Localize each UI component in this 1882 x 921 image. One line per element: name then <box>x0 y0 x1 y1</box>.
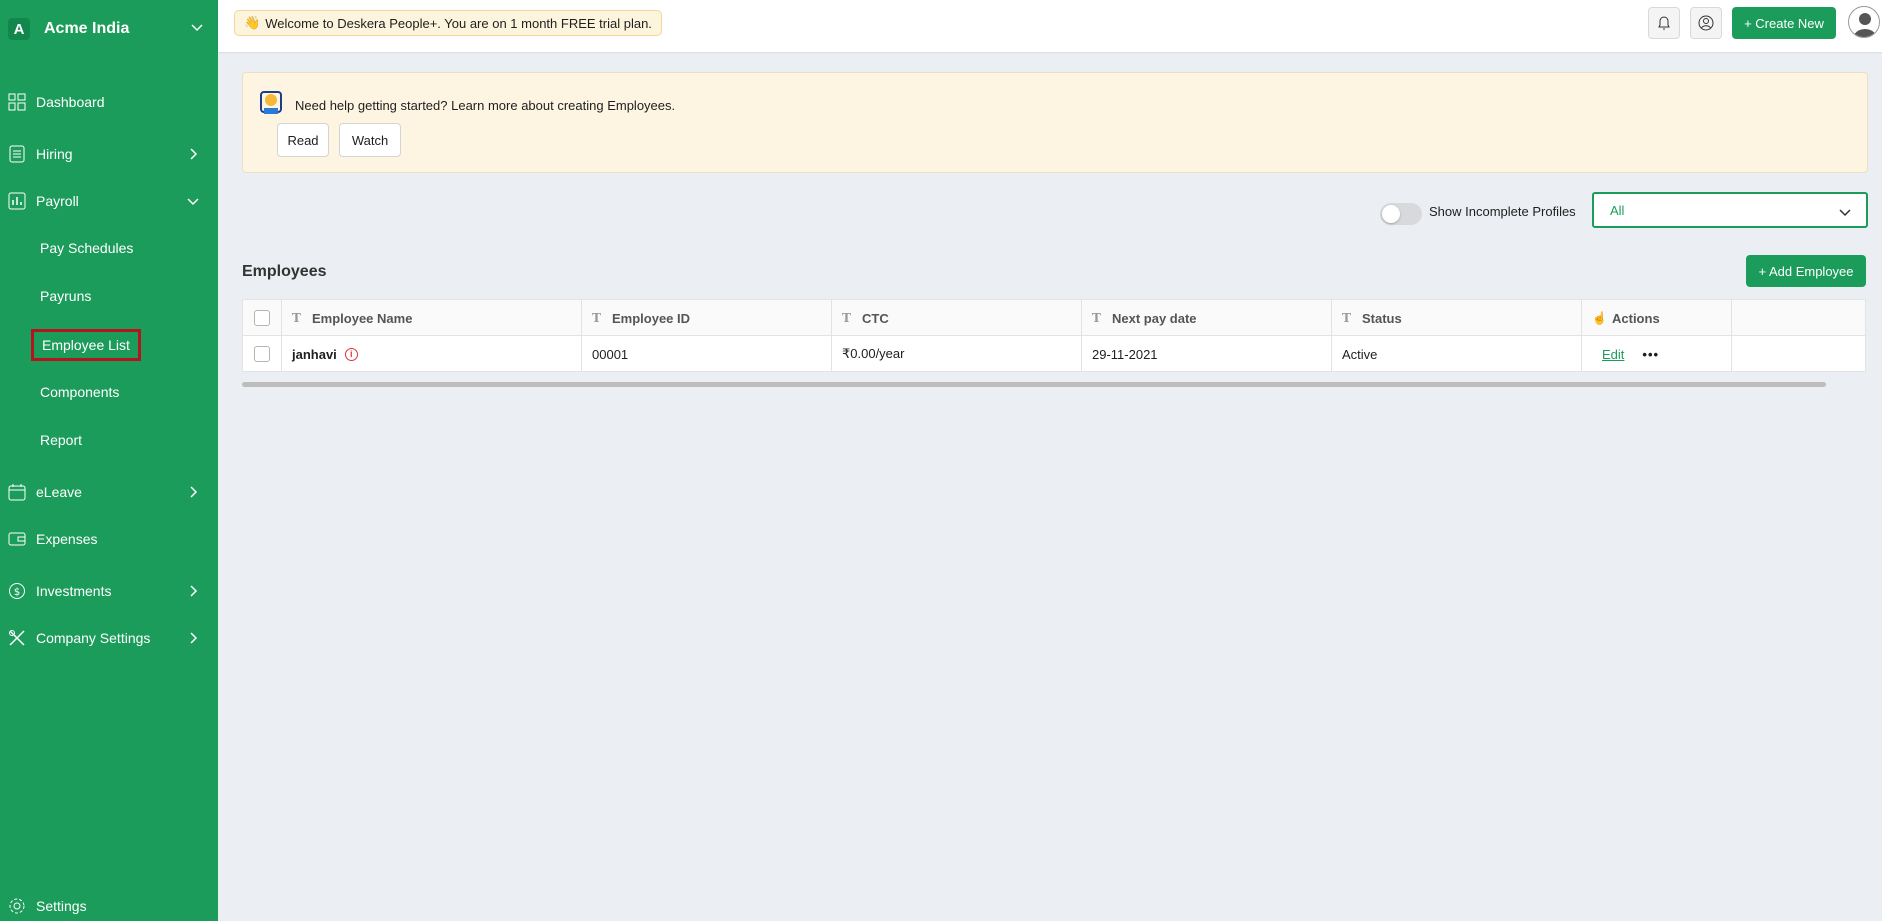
sidebar: A Acme India Dashboard Hiring Payroll Pa… <box>0 0 218 921</box>
col-status[interactable]: T Status <box>1332 300 1582 336</box>
employees-table: T Employee Name T Employee ID T CTC T Ne… <box>242 299 1866 372</box>
list-icon <box>8 145 26 163</box>
chevron-down-icon <box>191 24 203 32</box>
sidebar-item-label: Expenses <box>36 531 98 547</box>
sidebar-item-expenses[interactable]: Expenses <box>0 521 218 557</box>
help-text: Need help getting started? Learn more ab… <box>295 98 676 113</box>
chevron-down-icon <box>187 198 199 206</box>
topbar: 👋 Welcome to Deskera People+. You are on… <box>218 0 1882 52</box>
sidebar-item-payroll[interactable]: Payroll <box>0 183 218 219</box>
section-title: Employees <box>242 263 327 280</box>
wave-hand-icon: 👋 <box>244 15 261 30</box>
tools-icon <box>8 629 26 647</box>
edit-link[interactable]: Edit <box>1602 347 1624 362</box>
table-header: T Employee Name T Employee ID T CTC T Ne… <box>243 300 1865 336</box>
read-button[interactable]: Read <box>277 123 329 157</box>
column-header: Employee ID <box>612 310 691 326</box>
user-circle-icon <box>1698 15 1714 31</box>
column-header: Status <box>1362 310 1402 326</box>
horizontal-scrollbar[interactable] <box>242 382 1826 387</box>
gear-icon <box>8 897 26 915</box>
col-employee-id[interactable]: T Employee ID <box>582 300 832 336</box>
svg-text:$: $ <box>14 587 20 598</box>
status-cell: Active <box>1332 336 1582 372</box>
account-button[interactable] <box>1690 7 1722 39</box>
sidebar-item-label: Dashboard <box>36 94 105 110</box>
help-person-icon <box>260 91 282 114</box>
status-filter-select[interactable]: All <box>1592 192 1868 228</box>
chart-icon <box>8 192 26 210</box>
org-avatar: A <box>8 18 30 40</box>
sidebar-item-company-settings[interactable]: Company Settings <box>0 620 218 656</box>
chevron-right-icon <box>190 585 198 597</box>
column-header: Next pay date <box>1112 310 1197 326</box>
sidebar-subitem-components[interactable]: Components <box>40 384 119 400</box>
ctc-cell: ₹0.00/year <box>832 336 1082 372</box>
employee-name-cell: janhavi i <box>282 336 582 372</box>
help-banner: Need help getting started? Learn more ab… <box>242 72 1868 173</box>
select-all-cell <box>243 300 282 336</box>
trial-banner: 👋 Welcome to Deskera People+. You are on… <box>234 10 662 36</box>
sidebar-item-settings[interactable]: Settings <box>0 891 218 921</box>
calendar-icon <box>8 483 26 501</box>
row-select-cell <box>243 336 282 372</box>
select-all-checkbox[interactable] <box>254 310 270 326</box>
user-avatar-icon <box>1853 13 1877 37</box>
trial-text: Welcome to Deskera People+. You are on 1… <box>265 15 652 31</box>
dashboard-icon <box>8 93 26 111</box>
sidebar-subitem-employee-list[interactable]: Employee List <box>31 329 141 361</box>
org-name: Acme India <box>44 20 130 37</box>
col-ctc[interactable]: T CTC <box>832 300 1082 336</box>
next-pay-date-cell: 29-11-2021 <box>1082 336 1332 372</box>
incomplete-profiles-toggle[interactable] <box>1380 203 1422 225</box>
sidebar-item-label: Settings <box>36 898 87 914</box>
sidebar-subitem-pay-schedules[interactable]: Pay Schedules <box>40 240 133 256</box>
watch-button[interactable]: Watch <box>339 123 401 157</box>
add-employee-button[interactable]: + Add Employee <box>1746 255 1866 287</box>
wallet-icon <box>8 530 26 548</box>
chevron-right-icon <box>190 486 198 498</box>
col-actions: ☝ Actions <box>1582 300 1732 336</box>
employee-id-cell: 00001 <box>582 336 832 372</box>
sidebar-item-investments[interactable]: $ Investments <box>0 573 218 609</box>
text-type-icon: T <box>1342 311 1351 325</box>
sidebar-item-label: Company Settings <box>36 630 151 646</box>
column-header: Employee Name <box>312 310 413 326</box>
toggle-label: Show Incomplete Profiles <box>1429 204 1576 219</box>
sidebar-subitem-report[interactable]: Report <box>40 432 82 448</box>
notifications-button[interactable] <box>1648 7 1680 39</box>
text-type-icon: T <box>842 311 851 325</box>
sidebar-item-eleave[interactable]: eLeave <box>0 474 218 510</box>
sidebar-item-label: Hiring <box>36 146 73 162</box>
sidebar-subitem-payruns[interactable]: Payruns <box>40 288 91 304</box>
employee-name[interactable]: janhavi <box>292 347 337 362</box>
col-employee-name[interactable]: T Employee Name <box>282 300 582 336</box>
bell-icon <box>1658 16 1670 30</box>
chevron-down-icon <box>1839 209 1851 217</box>
info-icon[interactable]: i <box>344 347 358 361</box>
sidebar-item-label: eLeave <box>36 484 82 500</box>
more-options-icon[interactable]: ••• <box>1642 347 1659 362</box>
column-header: Actions <box>1612 310 1660 326</box>
row-checkbox[interactable] <box>254 346 270 362</box>
chevron-right-icon <box>190 148 198 160</box>
org-switcher[interactable]: A Acme India <box>0 0 218 58</box>
select-value: All <box>1610 203 1625 218</box>
avatar[interactable] <box>1848 6 1880 38</box>
column-header: CTC <box>862 310 889 326</box>
text-type-icon: T <box>292 311 301 325</box>
text-type-icon: T <box>1092 311 1101 325</box>
sidebar-item-hiring[interactable]: Hiring <box>0 136 218 172</box>
pointer-icon: ☝ <box>1592 311 1607 325</box>
sidebar-item-label: Payroll <box>36 193 79 209</box>
sidebar-item-label: Investments <box>36 583 112 599</box>
chevron-right-icon <box>190 632 198 644</box>
create-new-button[interactable]: + Create New <box>1732 7 1836 39</box>
actions-cell: Edit ••• <box>1582 336 1732 372</box>
col-next-pay-date[interactable]: T Next pay date <box>1082 300 1332 336</box>
text-type-icon: T <box>592 311 601 325</box>
coin-icon: $ <box>8 582 26 600</box>
table-row[interactable]: janhavi i 00001 ₹0.00/year 29-11-2021 Ac… <box>243 336 1865 372</box>
sidebar-item-dashboard[interactable]: Dashboard <box>0 84 218 120</box>
